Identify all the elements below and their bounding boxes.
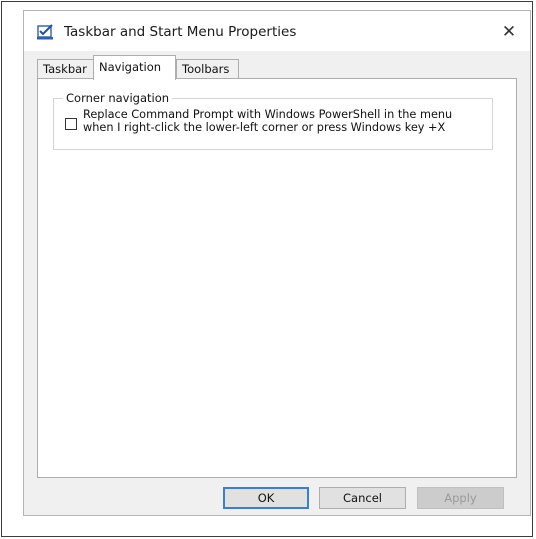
group-label: Corner navigation <box>63 91 173 105</box>
corner-navigation-group: Corner navigation Replace Command Prompt… <box>53 91 493 150</box>
powershell-checkbox-label[interactable]: Replace Command Prompt with Windows Powe… <box>83 108 493 134</box>
taskbar-checkmark-icon <box>37 24 55 40</box>
properties-dialog: Taskbar and Start Menu Properties ✕ Task… <box>23 10 531 516</box>
cancel-button[interactable]: Cancel <box>319 487 406 509</box>
tab-navigation[interactable]: Navigation <box>93 55 176 80</box>
title-bar[interactable]: Taskbar and Start Menu Properties ✕ <box>24 11 530 51</box>
navigation-panel: Corner navigation Replace Command Prompt… <box>37 78 517 478</box>
tab-taskbar[interactable]: Taskbar <box>37 59 94 78</box>
apply-button[interactable]: Apply <box>417 487 504 509</box>
screenshot-frame: Taskbar and Start Menu Properties ✕ Task… <box>1 1 533 537</box>
tab-toolbars[interactable]: Toolbars <box>176 59 239 78</box>
checkbox-label-line-2: when I right-click the lower-left corner… <box>83 121 446 134</box>
window-title: Taskbar and Start Menu Properties <box>64 24 297 40</box>
checkbox-label-line-1: Replace Command Prompt with Windows Powe… <box>83 108 453 121</box>
close-icon[interactable]: ✕ <box>498 21 520 43</box>
powershell-checkbox[interactable] <box>65 118 77 130</box>
ok-button[interactable]: OK <box>223 487 309 509</box>
